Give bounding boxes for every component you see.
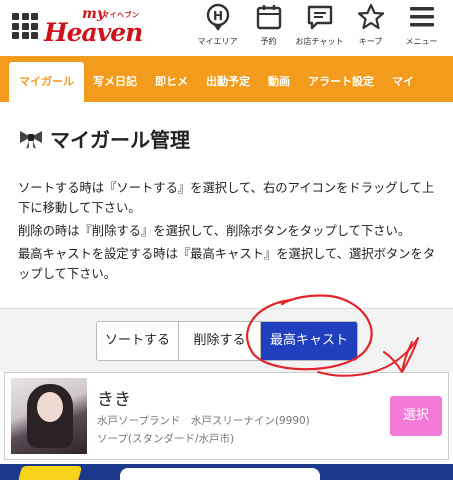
logo-area[interactable]: my マイヘブン Heaven <box>12 6 154 47</box>
tab-schedule[interactable]: 出勤予定 <box>197 62 259 102</box>
nav-keep-label: キープ <box>358 37 383 46</box>
nav-keep[interactable]: キープ <box>345 2 396 47</box>
nav-reserve-label: 予約 <box>260 37 277 46</box>
chat-icon <box>307 5 332 30</box>
svg-text:H: H <box>212 9 222 23</box>
nav-my-area-label: マイエリア <box>197 37 238 46</box>
top-cast-button[interactable]: 最高キャスト <box>261 322 357 360</box>
brand-logo[interactable]: my マイヘブン Heaven <box>44 6 154 47</box>
star-icon <box>357 3 384 30</box>
nav-menu-label: メニュー <box>405 37 438 46</box>
instructions: ソートする時は『ソートする』を選択して、右のアイコンをドラッグして上下に移動して… <box>18 178 443 287</box>
instruction-delete: 削除の時は『削除する』を選択して、削除ボタンをタップして下さい。 <box>18 224 411 238</box>
tab-alert-settings[interactable]: アラート設定 <box>299 62 383 102</box>
cast-type: ソープ(スタンダード/水戸市) <box>97 433 235 445</box>
instruction-top-cast: 最高キャストを設定する時は『最高キャスト』を選択して、選択ボタンをタップして下さ… <box>18 247 436 281</box>
grid-menu-icon[interactable] <box>12 13 38 39</box>
select-button[interactable]: 選択 <box>390 396 442 436</box>
site-header: my マイヘブン Heaven H マイエリア 予約 お店チャット キープ メニ… <box>0 0 453 56</box>
menu-icon <box>409 7 434 27</box>
nav-reserve[interactable]: 予約 <box>243 2 294 47</box>
header-nav: H マイエリア 予約 お店チャット キープ メニュー <box>192 2 447 47</box>
delete-button[interactable]: 削除する <box>179 322 261 360</box>
bottom-banner[interactable] <box>0 464 453 480</box>
sort-button[interactable]: ソートする <box>97 322 179 360</box>
nav-my-area[interactable]: H マイエリア <box>192 2 243 47</box>
calendar-icon <box>256 5 281 30</box>
nav-menu[interactable]: メニュー <box>396 2 447 47</box>
tab-photo-diary[interactable]: 写メ日記 <box>84 62 146 102</box>
page-title-area: マイガール管理 <box>18 124 190 153</box>
tab-instant-hime[interactable]: 即ヒメ <box>146 62 197 102</box>
mode-toolbar: ソートする 削除する 最高キャスト <box>0 308 453 372</box>
cast-avatar[interactable] <box>11 378 87 454</box>
tab-my-more[interactable]: マイ <box>383 62 423 102</box>
nav-shop-chat[interactable]: お店チャット <box>294 2 345 47</box>
tab-my-girl[interactable]: マイガール <box>9 62 84 102</box>
cast-card: きき 水戸ソープランド 水戸スリーナイン(9990) ソープ(スタンダード/水戸… <box>4 372 449 460</box>
page-title: マイガール管理 <box>50 128 190 152</box>
tab-video[interactable]: 動画 <box>259 62 299 102</box>
tab-bar: マイガール 写メ日記 即ヒメ 出勤予定 動画 アラート設定 マイ <box>0 56 453 102</box>
ribbon-icon <box>20 130 42 149</box>
my-area-icon: H <box>206 3 229 31</box>
instruction-sort: ソートする時は『ソートする』を選択して、右のアイコンをドラッグして上下に移動して… <box>18 181 435 215</box>
cast-name[interactable]: きき <box>97 385 131 410</box>
brand-logo-main: Heaven <box>44 18 143 47</box>
nav-shop-chat-label: お店チャット <box>295 37 344 46</box>
cast-shop: 水戸ソープランド 水戸スリーナイン(9990) <box>97 415 310 427</box>
mode-segmented-control: ソートする 削除する 最高キャスト <box>96 321 358 361</box>
